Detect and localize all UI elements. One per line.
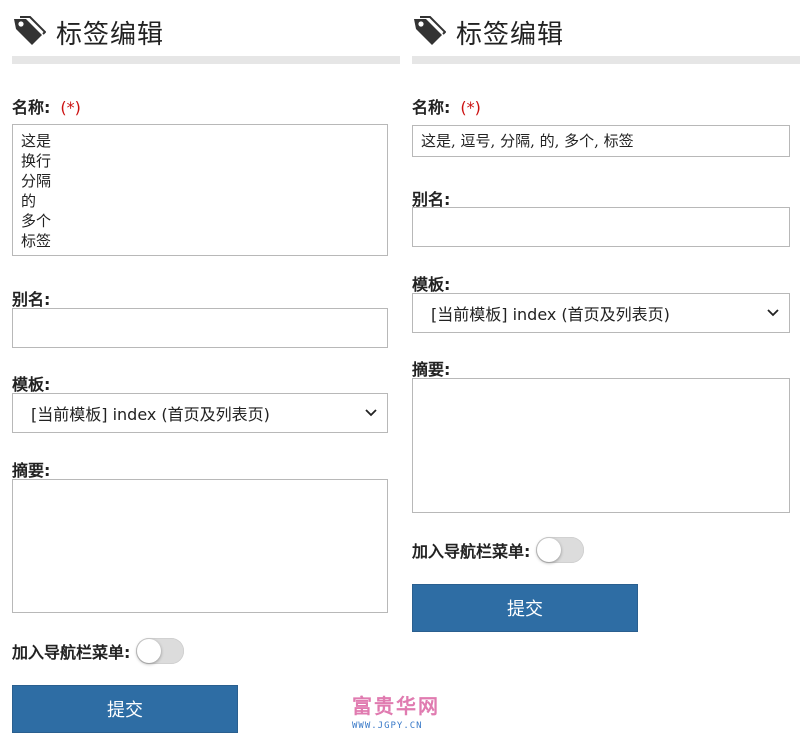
name-textarea[interactable]: 这是 换行 分隔 的 多个 标签 bbox=[12, 124, 388, 256]
summary-label: 摘要: bbox=[412, 360, 451, 379]
nav-menu-label: 加入导航栏菜单: bbox=[412, 542, 531, 561]
nav-menu-toggle[interactable] bbox=[136, 638, 185, 664]
page-title: 标签编辑 bbox=[456, 19, 565, 50]
template-selected-value: [当前模板] index (首页及列表页) bbox=[31, 405, 270, 424]
page-title: 标签编辑 bbox=[56, 19, 165, 50]
tag-icon bbox=[414, 16, 446, 45]
chevron-down-icon bbox=[365, 409, 377, 417]
submit-button[interactable]: 提交 bbox=[12, 685, 238, 733]
template-select[interactable]: [当前模板] index (首页及列表页) bbox=[12, 393, 388, 433]
panel-header: 标签编辑 bbox=[12, 14, 164, 50]
tag-icon bbox=[14, 16, 46, 45]
name-label: 名称: (*) bbox=[12, 98, 81, 117]
summary-textarea[interactable] bbox=[412, 378, 790, 513]
watermark-logo: 富贵华网 bbox=[352, 694, 440, 718]
title-divider bbox=[12, 56, 400, 64]
summary-label: 摘要: bbox=[12, 461, 51, 480]
name-label: 名称: (*) bbox=[412, 98, 481, 117]
summary-textarea[interactable] bbox=[12, 479, 388, 613]
alias-input[interactable] bbox=[12, 308, 388, 348]
panel-header: 标签编辑 bbox=[412, 14, 564, 50]
submit-button[interactable]: 提交 bbox=[412, 584, 638, 632]
toggle-knob bbox=[137, 639, 162, 663]
nav-menu-row: 加入导航栏菜单: bbox=[12, 638, 185, 664]
alias-input[interactable] bbox=[412, 207, 790, 247]
nav-menu-label: 加入导航栏菜单: bbox=[12, 643, 131, 662]
name-input[interactable]: 这是, 逗号, 分隔, 的, 多个, 标签 bbox=[412, 125, 790, 157]
watermark-url: WWW.JGPY.CN bbox=[352, 721, 423, 731]
site-watermark: 富贵华网 WWW.JGPY.CN bbox=[352, 690, 452, 736]
nav-menu-row: 加入导航栏菜单: bbox=[412, 537, 585, 563]
toggle-knob bbox=[537, 538, 562, 562]
title-divider bbox=[412, 56, 800, 64]
template-label: 模板: bbox=[412, 275, 451, 294]
nav-menu-toggle[interactable] bbox=[536, 537, 585, 563]
template-select[interactable]: [当前模板] index (首页及列表页) bbox=[412, 293, 790, 333]
chevron-down-icon bbox=[767, 309, 779, 317]
required-mark: (*) bbox=[460, 98, 481, 117]
template-label: 模板: bbox=[12, 375, 51, 394]
required-mark: (*) bbox=[60, 98, 81, 117]
template-selected-value: [当前模板] index (首页及列表页) bbox=[431, 305, 670, 324]
alias-label: 别名: bbox=[12, 290, 51, 309]
